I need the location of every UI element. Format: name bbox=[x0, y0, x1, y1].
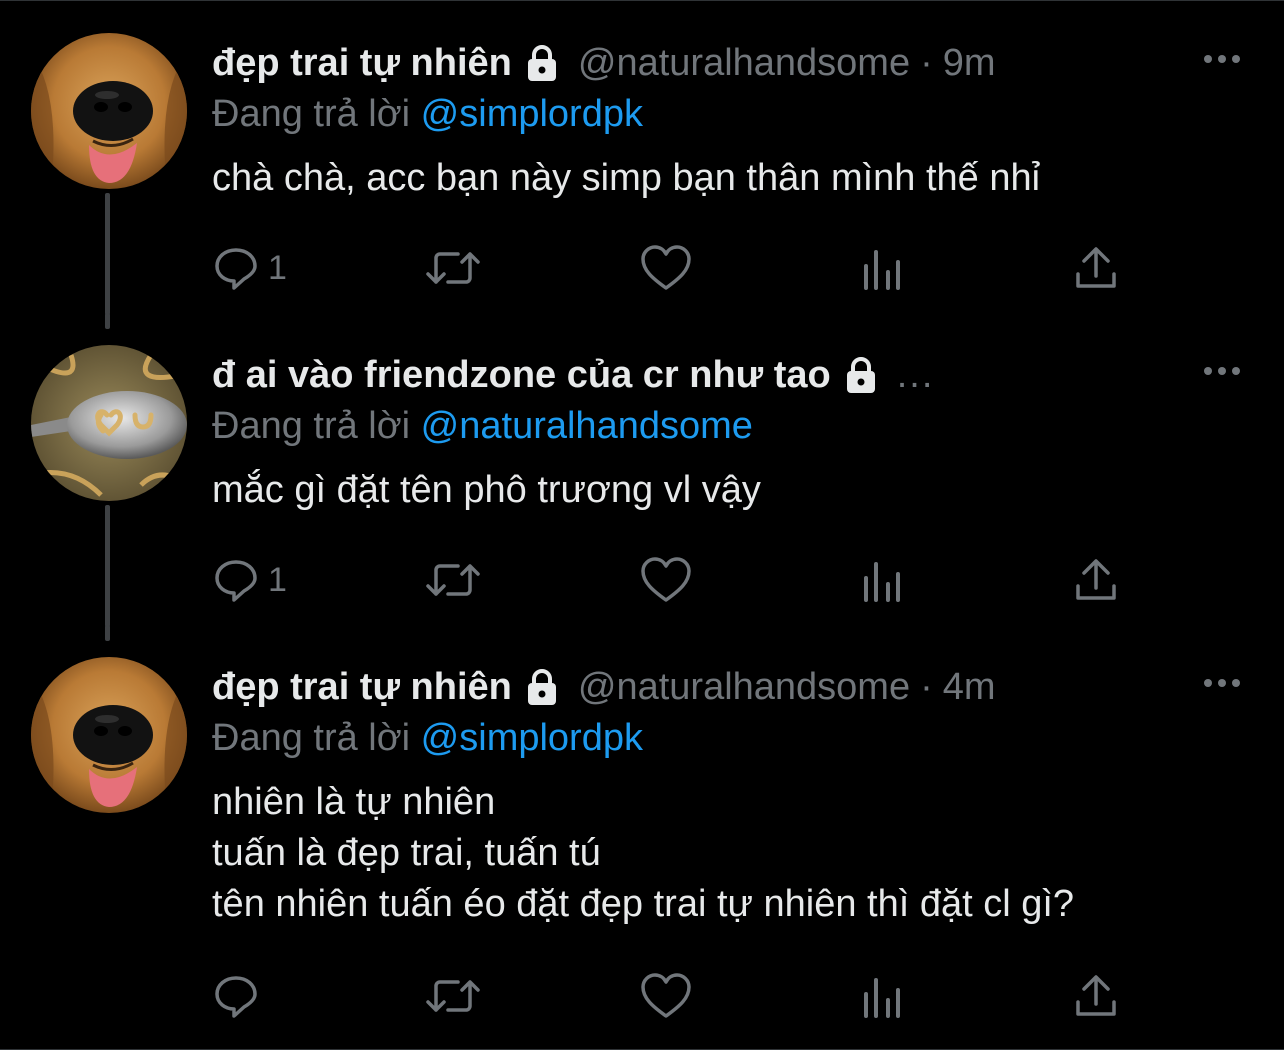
golden-retriever-face-avatar bbox=[31, 33, 187, 189]
tweet-actions: 1 bbox=[212, 243, 1132, 293]
tweet-header: đẹp trai tự nhiên @naturalhandsome · 9m bbox=[212, 37, 1244, 89]
thread-connector-line bbox=[105, 193, 110, 315]
share-icon bbox=[1076, 559, 1116, 600]
retweet-icon bbox=[426, 252, 480, 284]
tweet-text-line: tuấn là đẹp trai, tuấn tú bbox=[212, 832, 601, 874]
analytics-icon bbox=[864, 978, 900, 1018]
lock-icon bbox=[841, 355, 881, 395]
share-button[interactable] bbox=[1074, 555, 1118, 605]
analytics-button[interactable] bbox=[860, 243, 904, 293]
lock-icon bbox=[522, 667, 562, 707]
display-name[interactable]: đẹp trai tự nhiên bbox=[212, 666, 512, 709]
spoon-with-noodle-heart-avatar bbox=[31, 345, 187, 501]
thread-connector-line bbox=[105, 313, 110, 329]
share-icon bbox=[1076, 975, 1116, 1016]
more-options-icon[interactable] bbox=[1202, 47, 1242, 71]
more-options-icon[interactable] bbox=[1202, 359, 1242, 383]
tweet-thread: đẹp trai tự nhiên @naturalhandsome · 9m … bbox=[0, 0, 1284, 1050]
tweet-text: nhiên là tự nhiên tuấn là đẹp trai, tuấn… bbox=[212, 777, 1244, 930]
replying-to-line: Đang trả lời @simplordpk bbox=[212, 89, 1244, 139]
thread-connector-line bbox=[105, 625, 110, 641]
reply-button[interactable] bbox=[212, 971, 268, 1021]
retweet-button[interactable] bbox=[424, 971, 482, 1021]
tweet-text-line: tên nhiên tuấn éo đặt đẹp trai tự nhiên … bbox=[212, 883, 1075, 925]
tweet-3[interactable]: đẹp trai tự nhiên @naturalhandsome · 4m … bbox=[0, 625, 1284, 1050]
mention-link[interactable]: @simplordpk bbox=[421, 93, 643, 135]
tweet-text: mắc gì đặt tên phô trương vl vậy bbox=[212, 465, 1244, 516]
tweet-content: đ ai vào friendzone của cr như tao ... Đ… bbox=[212, 349, 1244, 516]
heart-icon bbox=[641, 557, 691, 602]
replying-to-line: Đang trả lời @naturalhandsome bbox=[212, 401, 1244, 451]
tweet-text-line: mắc gì đặt tên phô trương vl vậy bbox=[212, 469, 761, 511]
tweet-content: đẹp trai tự nhiên @naturalhandsome · 9m … bbox=[212, 37, 1244, 204]
tweet-content: đẹp trai tự nhiên @naturalhandsome · 4m … bbox=[212, 661, 1244, 930]
tweet-2[interactable]: đ ai vào friendzone của cr như tao ... Đ… bbox=[0, 313, 1284, 627]
retweet-icon bbox=[426, 564, 480, 596]
thread-connector-line bbox=[105, 505, 110, 627]
tweet-header: đ ai vào friendzone của cr như tao ... bbox=[212, 349, 1244, 401]
user-handle[interactable]: @naturalhandsome bbox=[578, 666, 910, 709]
mention-link[interactable]: @naturalhandsome bbox=[421, 405, 753, 447]
retweet-button[interactable] bbox=[424, 555, 482, 605]
replying-to-label: Đang trả lời bbox=[212, 405, 411, 447]
analytics-icon bbox=[864, 250, 900, 290]
tweet-actions: 1 bbox=[212, 555, 1132, 605]
timestamp[interactable]: 4m bbox=[943, 666, 996, 709]
like-button[interactable] bbox=[640, 243, 692, 293]
heart-icon bbox=[641, 973, 691, 1018]
timestamp[interactable]: 9m bbox=[943, 42, 996, 85]
display-name[interactable]: đẹp trai tự nhiên bbox=[212, 42, 512, 85]
reply-count: 1 bbox=[268, 248, 287, 287]
tweet-text-line: nhiên là tự nhiên bbox=[212, 781, 496, 823]
reply-icon bbox=[215, 248, 257, 290]
golden-retriever-face-avatar bbox=[31, 657, 187, 813]
display-name[interactable]: đ ai vào friendzone của cr như tao bbox=[212, 354, 831, 397]
analytics-icon bbox=[864, 562, 900, 602]
lock-icon bbox=[522, 43, 562, 83]
reply-icon bbox=[215, 976, 257, 1018]
tweet-text: chà chà, acc bạn này simp bạn thân mình … bbox=[212, 153, 1244, 204]
like-button[interactable] bbox=[640, 555, 692, 605]
tweet-actions bbox=[212, 971, 1132, 1021]
share-button[interactable] bbox=[1074, 243, 1118, 293]
tweet-text-line: chà chà, acc bạn này simp bạn thân mình … bbox=[212, 157, 1041, 199]
share-icon bbox=[1076, 247, 1116, 288]
analytics-button[interactable] bbox=[860, 971, 904, 1021]
replying-to-line: Đang trả lời @simplordpk bbox=[212, 713, 1244, 763]
reply-icon bbox=[215, 560, 257, 602]
analytics-button[interactable] bbox=[860, 555, 904, 605]
replying-to-label: Đang trả lời bbox=[212, 717, 411, 759]
retweet-icon bbox=[426, 980, 480, 1012]
tweet-header: đẹp trai tự nhiên @naturalhandsome · 4m bbox=[212, 661, 1244, 713]
tweet-1[interactable]: đẹp trai tự nhiên @naturalhandsome · 9m … bbox=[0, 1, 1284, 315]
retweet-button[interactable] bbox=[424, 243, 482, 293]
share-button[interactable] bbox=[1074, 971, 1118, 1021]
replying-to-label: Đang trả lời bbox=[212, 93, 411, 135]
avatar-dog[interactable] bbox=[31, 33, 187, 189]
mention-link[interactable]: @simplordpk bbox=[421, 717, 643, 759]
heart-icon bbox=[641, 245, 691, 290]
truncation-ellipsis: ... bbox=[896, 353, 935, 396]
more-options-icon[interactable] bbox=[1202, 671, 1242, 695]
avatar-dog[interactable] bbox=[31, 657, 187, 813]
like-button[interactable] bbox=[640, 971, 692, 1021]
reply-count: 1 bbox=[268, 560, 287, 599]
reply-button[interactable]: 1 bbox=[212, 555, 287, 605]
avatar-spoon[interactable] bbox=[31, 345, 187, 501]
reply-button[interactable]: 1 bbox=[212, 243, 287, 293]
user-handle[interactable]: @naturalhandsome bbox=[578, 42, 910, 85]
separator-dot: · bbox=[920, 41, 933, 84]
separator-dot: · bbox=[920, 665, 933, 708]
